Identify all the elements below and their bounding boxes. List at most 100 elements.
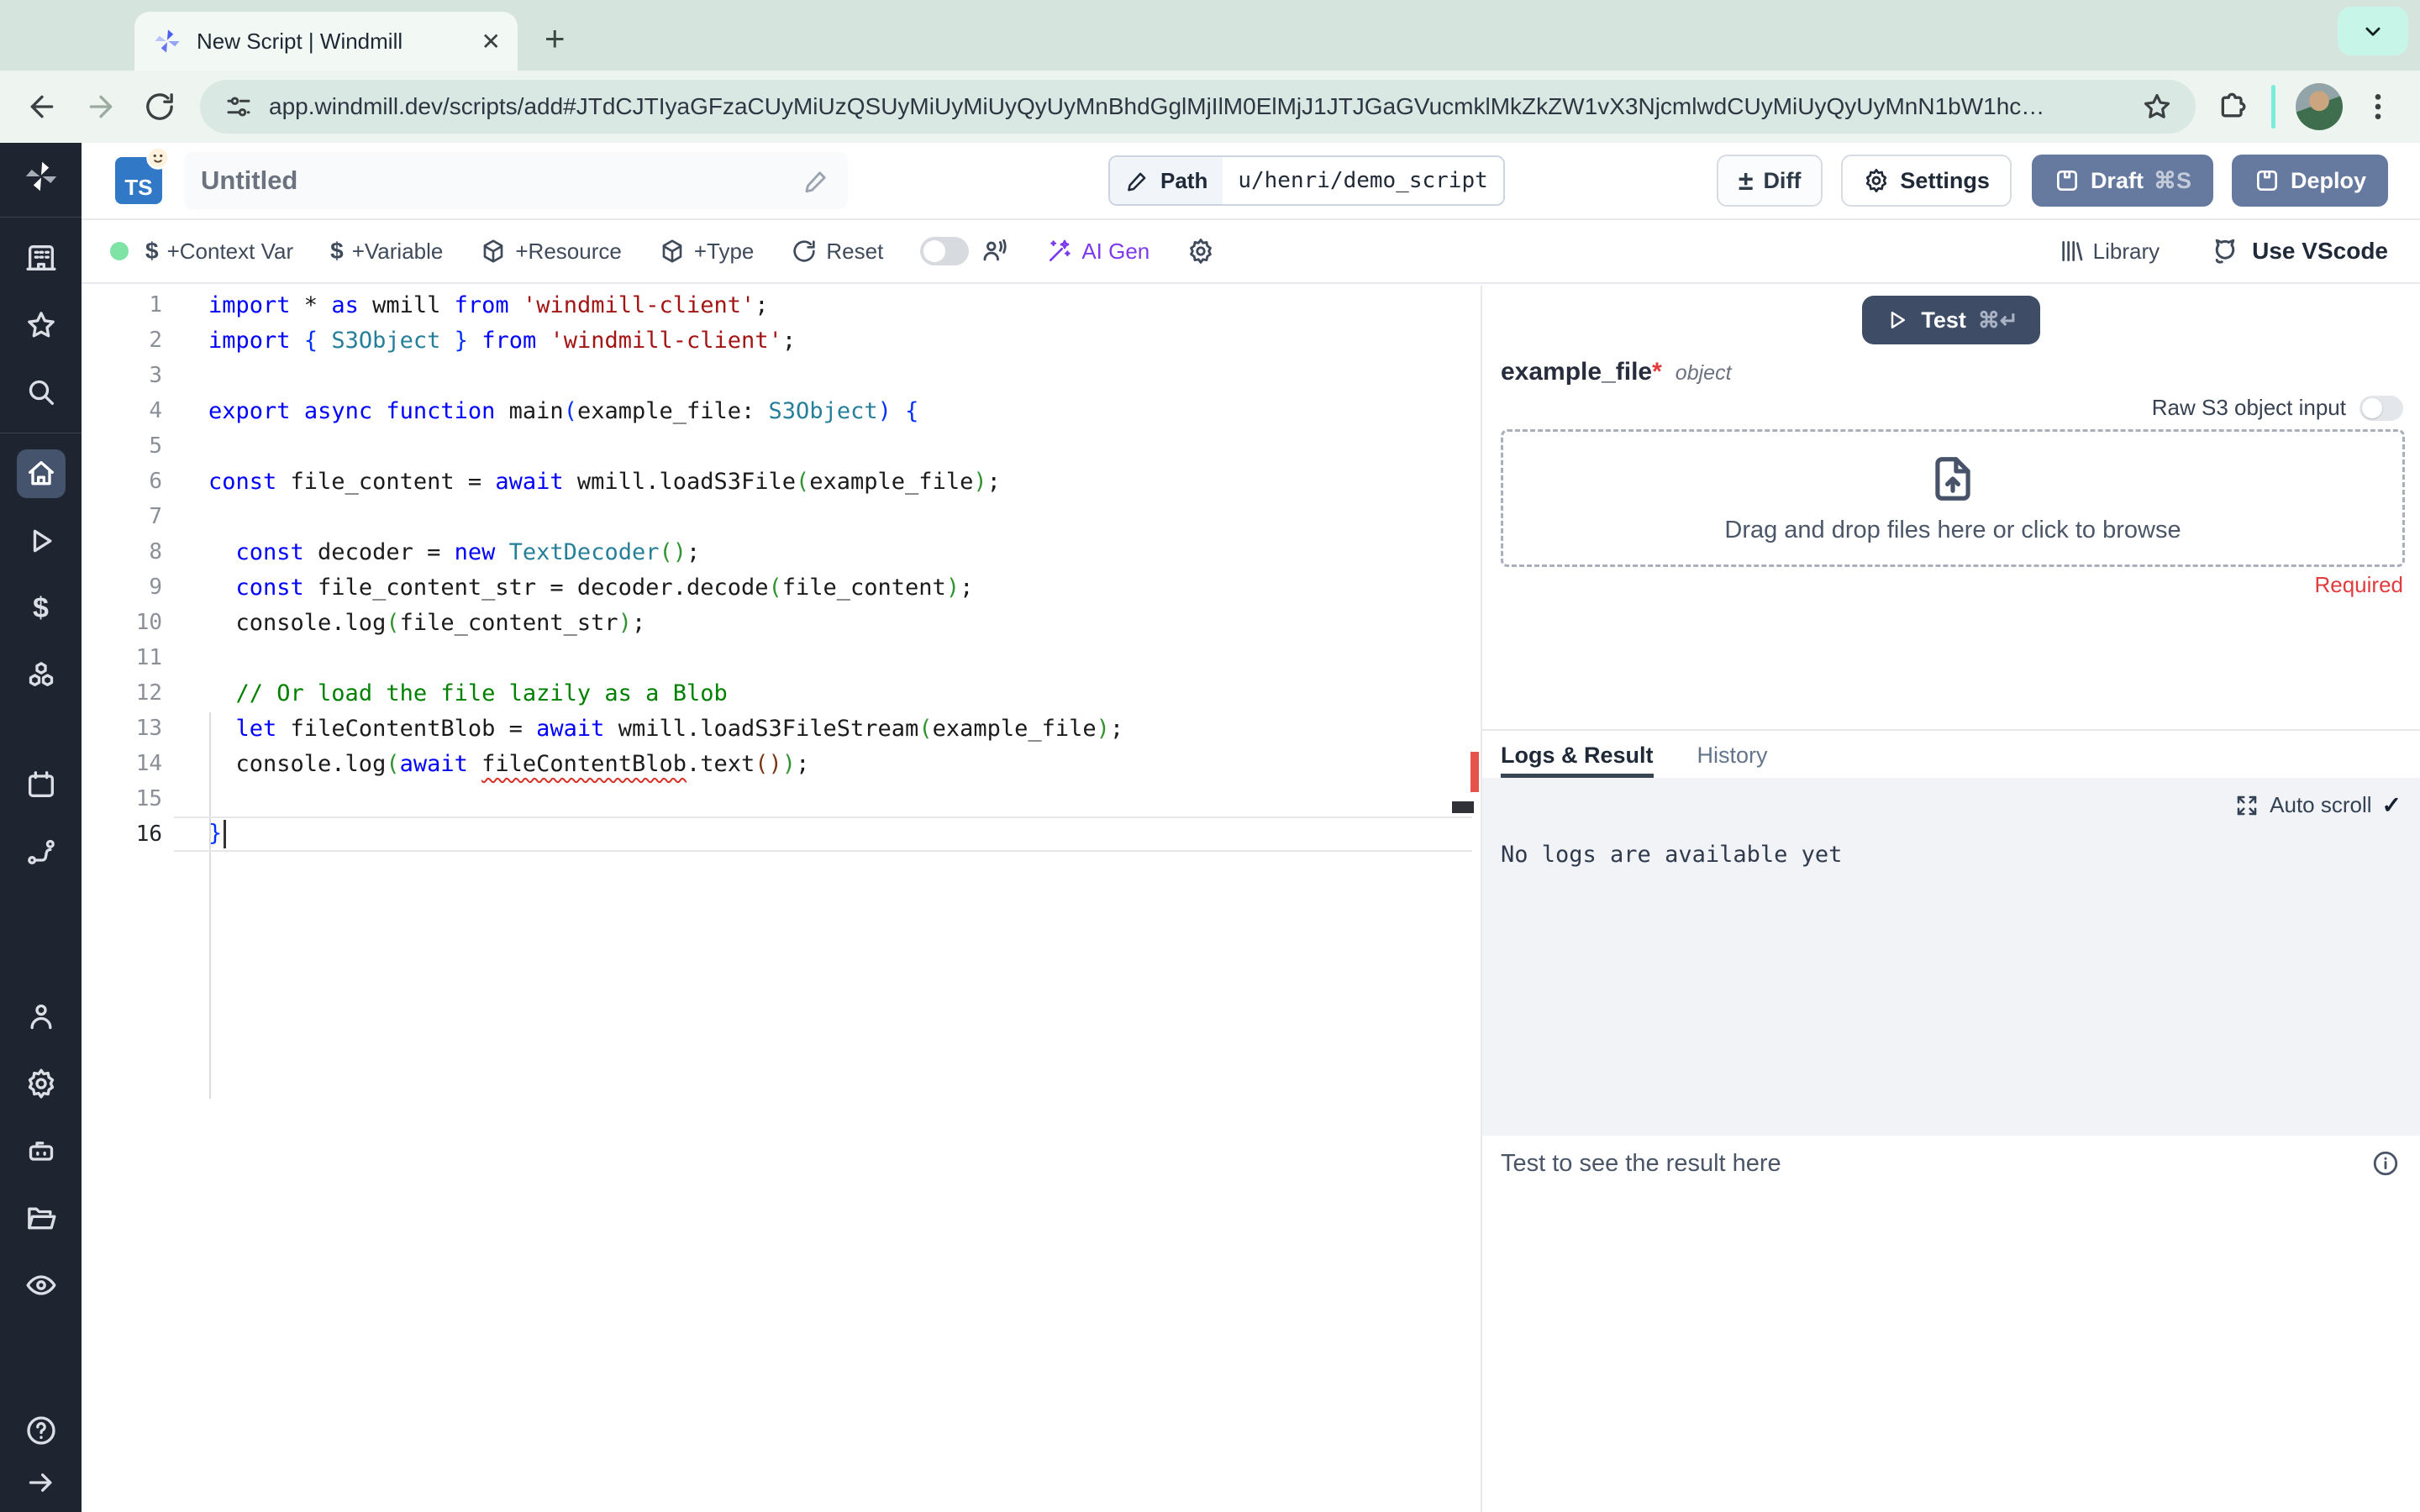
- library-button[interactable]: Library: [2058, 238, 2160, 265]
- code-token: ): [618, 609, 632, 636]
- code-token: }: [454, 327, 468, 354]
- tab-logs-result[interactable]: Logs & Result: [1501, 743, 1654, 778]
- code-line[interactable]: 1 import * as wmill from 'windmill-client…: [82, 287, 1481, 323]
- pencil-icon: [1128, 172, 1146, 192]
- question-icon: [26, 1416, 55, 1445]
- code-line[interactable]: 11: [82, 640, 1481, 675]
- sidebar-item-flows[interactable]: [17, 827, 66, 876]
- edit-pencil-icon[interactable]: [802, 166, 831, 195]
- add-context-var-button[interactable]: $ +Context Var: [145, 238, 293, 265]
- path-edit[interactable]: Path: [1110, 157, 1223, 204]
- code-line[interactable]: 5: [82, 428, 1481, 464]
- code-line[interactable]: 15: [82, 781, 1481, 816]
- url-text[interactable]: app.windmill.dev/scripts/add#JTdCJTIyaGF…: [269, 93, 2140, 120]
- code-line[interactable]: 9 const file_content_str = decoder.decod…: [82, 570, 1481, 605]
- sidebar-collapse-button[interactable]: [17, 1458, 66, 1507]
- code-line[interactable]: 7: [82, 499, 1481, 534]
- editor-settings-button[interactable]: [1186, 237, 1215, 265]
- browser-tabstrip: New Script | Windmill ✕ +: [0, 0, 2420, 71]
- code-line[interactable]: 6 const file_content = await wmill.loadS3…: [82, 464, 1481, 499]
- sidebar-item-schedules[interactable]: [17, 760, 66, 809]
- path-value[interactable]: u/henri/demo_script: [1223, 157, 1503, 204]
- sidebar-item-help[interactable]: [17, 1406, 66, 1455]
- use-vscode-button[interactable]: Use VScode: [2210, 236, 2388, 266]
- code-text: let fileContentBlob = await wmill.loadS3…: [162, 716, 1124, 742]
- settings-button[interactable]: Settings: [1841, 155, 2012, 207]
- sidebar-item-settings[interactable]: [17, 1059, 66, 1108]
- sidebar-item-folders[interactable]: [17, 1194, 66, 1242]
- windmill-logo[interactable]: [17, 152, 66, 201]
- back-button[interactable]: [24, 88, 60, 125]
- info-icon[interactable]: [2371, 1149, 2400, 1178]
- browser-tab[interactable]: New Script | Windmill ✕: [134, 12, 518, 71]
- url-bar[interactable]: app.windmill.dev/scripts/add#JTdCJTIyaGF…: [200, 80, 2196, 134]
- sidebar-item-runs[interactable]: [17, 517, 66, 565]
- browser-menu-icon[interactable]: [2360, 88, 2396, 125]
- code-line[interactable]: 2 import { S3Object } from 'windmill-clie…: [82, 323, 1481, 358]
- code-line[interactable]: 14 console.log(await fileContentBlob.tex…: [82, 746, 1481, 781]
- bookmark-star-icon[interactable]: [2140, 90, 2174, 123]
- add-resource-button[interactable]: +Resource: [480, 238, 622, 265]
- multiplayer-control[interactable]: [920, 237, 1009, 265]
- line-number: 13: [135, 716, 162, 741]
- path-chip[interactable]: Path u/henri/demo_script: [1108, 155, 1505, 206]
- test-button[interactable]: Test ⌘↵: [1862, 296, 2040, 344]
- ai-gen-button[interactable]: AI Gen: [1046, 238, 1150, 265]
- code-text: import * as wmill from 'windmill-client'…: [162, 292, 769, 318]
- cubes-icon: [29, 662, 53, 686]
- site-info-icon[interactable]: [222, 90, 255, 123]
- code-line[interactable]: 4 export async function main(example_file…: [82, 393, 1481, 428]
- extensions-icon[interactable]: [2214, 88, 2251, 125]
- reset-button[interactable]: Reset: [791, 238, 883, 265]
- package-icon: [662, 239, 682, 263]
- sidebar-item-variables[interactable]: $: [17, 584, 66, 633]
- file-dropzone[interactable]: Drag and drop files here or click to bro…: [1501, 429, 2405, 567]
- code-token: }: [208, 820, 223, 847]
- raw-s3-toggle[interactable]: [2360, 395, 2403, 421]
- profile-avatar[interactable]: [2296, 83, 2343, 130]
- code-editor[interactable]: 1 import * as wmill from 'windmill-client…: [82, 286, 1482, 1512]
- script-title-input[interactable]: Untitled: [184, 152, 848, 209]
- code-text: // Or load the file lazily as a Blob: [162, 680, 728, 706]
- code-line[interactable]: 8 const decoder = new TextDecoder();: [82, 534, 1481, 570]
- add-type-button[interactable]: +Type: [659, 238, 754, 265]
- sidebar-item-workers[interactable]: [17, 1126, 66, 1175]
- tab-search-button[interactable]: [2338, 7, 2408, 55]
- draft-button[interactable]: Draft ⌘S: [2031, 155, 2213, 207]
- code-token: ;: [796, 750, 810, 777]
- plus-minus-icon: ±: [1738, 165, 1754, 196]
- tab-history[interactable]: History: [1697, 743, 1768, 778]
- code-line[interactable]: 12 // Or load the file lazily as a Blob: [82, 675, 1481, 711]
- diff-button[interactable]: ± Diff: [1716, 155, 1823, 207]
- tab-close-icon[interactable]: ✕: [481, 28, 501, 55]
- reload-button[interactable]: [141, 88, 178, 125]
- chevron-down-icon: [2365, 27, 2381, 36]
- code-token: S3Object: [768, 397, 878, 424]
- sidebar-item-favorites[interactable]: [17, 301, 66, 349]
- code-token: ): [781, 750, 797, 777]
- new-tab-button[interactable]: +: [544, 18, 566, 59]
- sidebar-item-search[interactable]: [17, 368, 66, 417]
- sidebar-item-resources[interactable]: [17, 651, 66, 700]
- auto-scroll-control[interactable]: Auto scroll ✓: [2234, 791, 2402, 819]
- line-number: 9: [149, 575, 162, 600]
- code-line[interactable]: 3: [82, 358, 1481, 393]
- code-lines: 1 import * as wmill from 'windmill-client…: [82, 287, 1481, 852]
- code-line[interactable]: 16}: [82, 816, 1481, 852]
- editor-scrollbar-thumb[interactable]: [1452, 801, 1474, 813]
- multiplayer-toggle[interactable]: [920, 237, 970, 265]
- code-token: ): [973, 468, 987, 495]
- forward-button[interactable]: [82, 88, 119, 125]
- sidebar-item-workspace[interactable]: [17, 234, 66, 282]
- code-line[interactable]: 13 let fileContentBlob = await wmill.loa…: [82, 711, 1481, 746]
- sidebar-item-audit[interactable]: [17, 1261, 66, 1310]
- sidebar-item-home[interactable]: [16, 449, 66, 498]
- code-token: await: [399, 750, 468, 777]
- deploy-button[interactable]: Deploy: [2231, 155, 2388, 207]
- code-line[interactable]: 10 console.log(file_content_str);: [82, 605, 1481, 640]
- add-variable-button[interactable]: $ +Variable: [330, 238, 443, 265]
- logs-section: Logs & Result History Auto scroll ✓ No l…: [1482, 729, 2420, 1512]
- sidebar-item-account[interactable]: [17, 992, 66, 1041]
